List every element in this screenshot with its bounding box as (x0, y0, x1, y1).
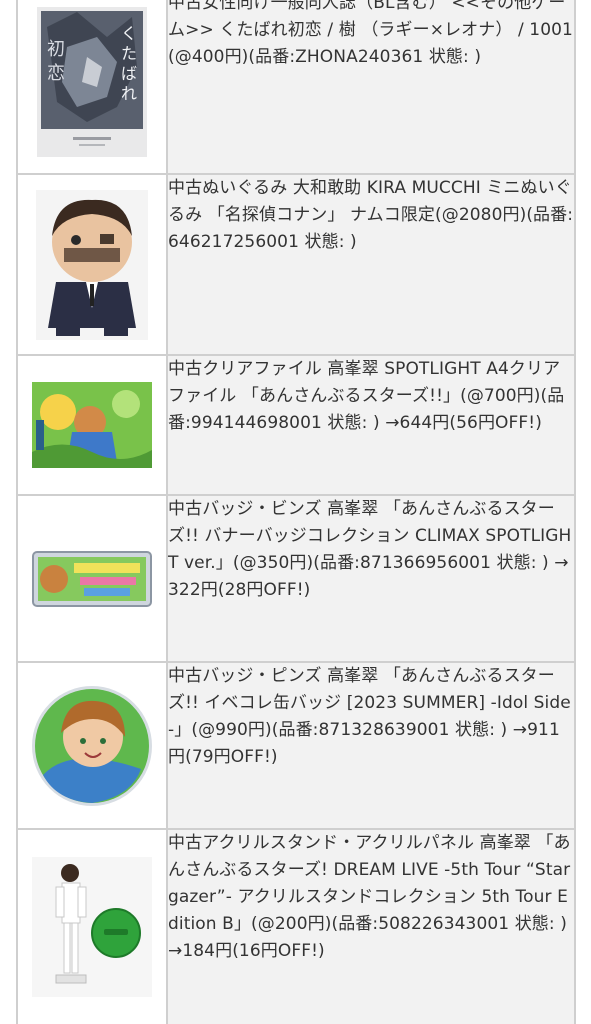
svg-text:恋: 恋 (47, 62, 65, 84)
svg-text:初: 初 (47, 39, 65, 60)
purchase-list-page: 初 恋 く た ば れ 中古女性向け一般同人誌（BL含む） <<その他ゲーム>>… (0, 0, 591, 1024)
item-description: 中古女性向け一般同人誌（BL含む） <<その他ゲーム>> くたばれ初恋 / 樹 … (166, 0, 576, 175)
table-row: 中古アクリルスタンド・アクリルパネル 高峯翠 「あんさんぶるスターズ! DREA… (16, 828, 576, 1024)
table-row: 初 恋 く た ば れ 中古女性向け一般同人誌（BL含む） <<その他ゲーム>>… (16, 0, 576, 175)
item-description: 中古アクリルスタンド・アクリルパネル 高峯翠 「あんさんぶるスターズ! DREA… (166, 828, 576, 1024)
item-description: 中古クリアファイル 高峯翠 SPOTLIGHT A4クリアファイル 「あんさんぶ… (166, 354, 576, 496)
svg-text:ば: ば (121, 64, 137, 83)
banner-badge-image[interactable] (32, 550, 152, 607)
doujinshi-cover-image[interactable]: 初 恋 く た ば れ (37, 6, 147, 157)
table-row: 中古バッジ・ビンズ 高峯翠 「あんさんぶるスターズ!! バナーバッジコレクション… (16, 494, 576, 663)
table-row: 中古クリアファイル 高峯翠 SPOTLIGHT A4クリアファイル 「あんさんぶ… (16, 354, 576, 496)
item-description: 中古バッジ・ビンズ 高峯翠 「あんさんぶるスターズ!! バナーバッジコレクション… (166, 494, 576, 663)
thumbnail-cell (16, 354, 168, 496)
table-row: 中古バッジ・ピンズ 高峯翠 「あんさんぶるスターズ!! イベコレ缶バッジ [20… (16, 661, 576, 830)
item-description: 中古ぬいぐるみ 大和敢助 KIRA MUCCHI ミニぬいぐるみ 「名探偵コナン… (166, 173, 576, 356)
thumbnail-cell (16, 173, 168, 356)
clear-file-image[interactable] (32, 382, 152, 468)
thumbnail-cell: 初 恋 く た ば れ (16, 0, 168, 175)
plush-doll-image[interactable] (36, 189, 148, 340)
item-table: 初 恋 く た ば れ 中古女性向け一般同人誌（BL含む） <<その他ゲーム>>… (16, 0, 576, 1024)
svg-text:く: く (121, 24, 137, 43)
acrylic-stand-image[interactable] (32, 857, 152, 997)
thumbnail-cell (16, 494, 168, 663)
can-badge-image[interactable] (31, 685, 153, 807)
thumbnail-cell (16, 661, 168, 830)
thumbnail-cell (16, 828, 168, 1024)
svg-text:れ: れ (121, 84, 137, 103)
svg-text:た: た (121, 44, 137, 63)
table-row: 中古ぬいぐるみ 大和敢助 KIRA MUCCHI ミニぬいぐるみ 「名探偵コナン… (16, 173, 576, 356)
item-description: 中古バッジ・ピンズ 高峯翠 「あんさんぶるスターズ!! イベコレ缶バッジ [20… (166, 661, 576, 830)
